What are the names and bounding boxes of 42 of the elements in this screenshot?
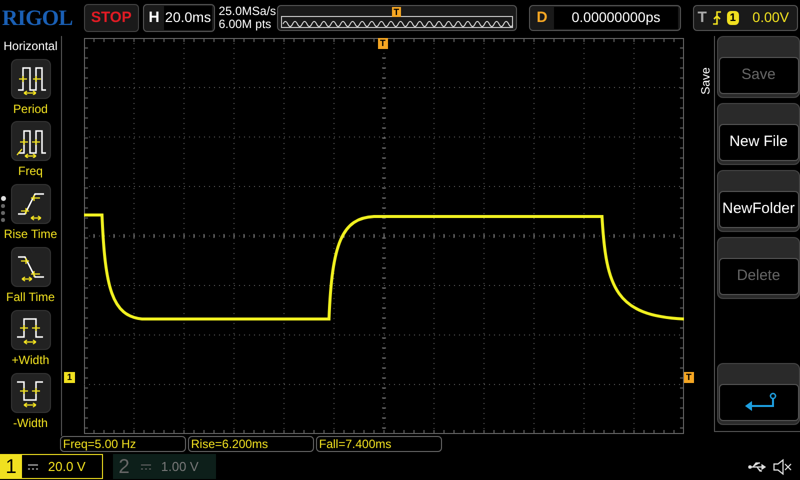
measurement-menu-item[interactable]: Fall Time (0, 247, 62, 310)
back-button[interactable] (718, 384, 798, 421)
measurement-menu-item[interactable]: -Width (0, 372, 62, 436)
waveform-overview-icon (280, 16, 513, 28)
measurement-menu-item[interactable]: Rise Time (0, 184, 62, 248)
usb-icon (748, 460, 768, 473)
dc-coupling-icon (28, 464, 38, 470)
channel-scale: 20.0 V (48, 458, 86, 476)
channel-indicator[interactable]: 2 1.00 V (113, 454, 216, 480)
channel-scale: 1.00 V (161, 458, 199, 476)
trigger-level-marker: T (684, 372, 694, 383)
measurement-menu-item[interactable]: Freq (0, 121, 62, 184)
measurement-menu-item[interactable]: +Width (0, 310, 62, 373)
channel-indicator[interactable]: 1 20.0 V (0, 454, 103, 480)
menu-button[interactable]: NewFolder (718, 190, 798, 228)
menu-button[interactable]: New File (718, 124, 798, 161)
timebase-box[interactable]: H 20.0ms (142, 4, 215, 32)
dc-coupling-icon (141, 464, 151, 470)
trigger-source-badge: 1 (726, 10, 739, 25)
delay-box[interactable]: D 0.00000000ps (528, 4, 681, 31)
trigger-position-marker: T (392, 6, 402, 17)
timebase-label: H (148, 8, 160, 28)
run-stop-button[interactable]: STOP (84, 4, 139, 32)
menu-title: Horizontal (3, 38, 58, 55)
measurement-menu-item[interactable]: Period (0, 58, 62, 122)
timebase-value: 20.0ms (164, 6, 212, 30)
menu-title: Save (698, 66, 714, 94)
brand-logo: RIGOL (2, 4, 74, 32)
speaker-muted-icon (772, 458, 792, 475)
channel-offset-marker: 1 (64, 372, 76, 383)
measurement-readout: Fall=7.400ms (316, 436, 442, 452)
memory-depth: 6.00M pts (218, 18, 272, 31)
delay-value: 0.00000000ps (554, 6, 678, 29)
measurement-readout: Rise=6.200ms (188, 436, 314, 452)
delay-label: D (536, 8, 548, 28)
trigger-label: T (698, 8, 707, 28)
sample-rate: 25.0MSa/s (218, 4, 273, 18)
trigger-position-marker: T (378, 38, 388, 49)
trigger-box[interactable]: T 1 0.00V (692, 4, 798, 31)
measurement-readout: Freq=5.00 Hz (60, 436, 186, 452)
rising-edge-icon (712, 10, 722, 25)
trigger-level-value: 0.00V (752, 8, 789, 28)
